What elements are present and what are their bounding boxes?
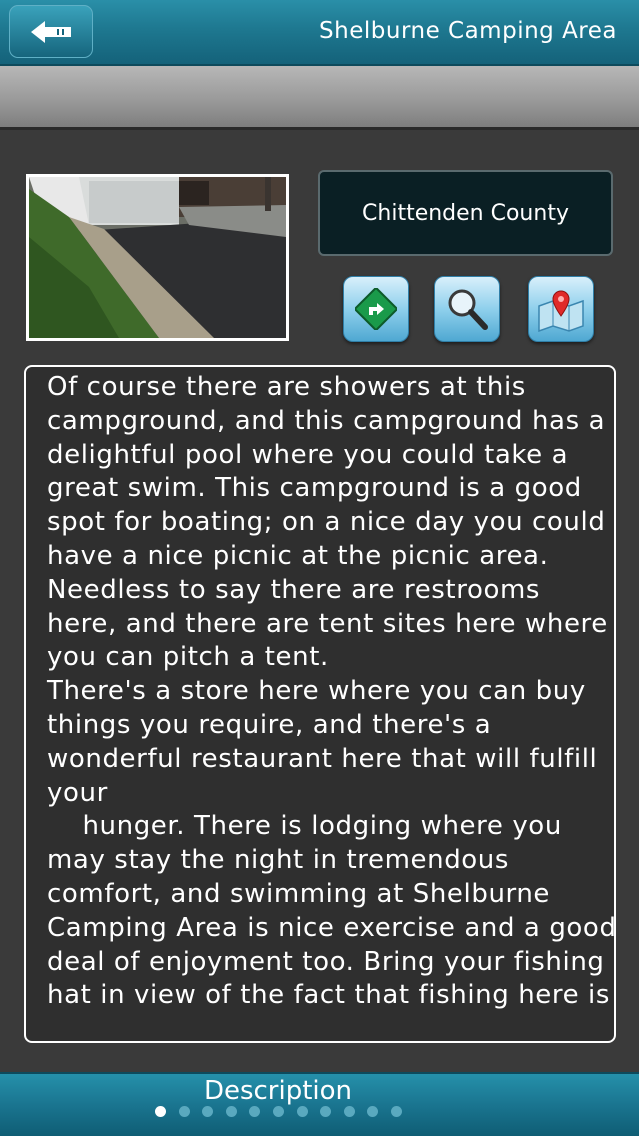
section-title: Description bbox=[203, 1076, 353, 1106]
campground-photo[interactable] bbox=[26, 174, 289, 341]
directions-sign-icon bbox=[355, 288, 397, 330]
description-line: things you require, and there's a bbox=[47, 709, 492, 740]
description-line: spot for boating; on a nice day you coul… bbox=[47, 507, 606, 538]
description-line: hat in view of the fact that fishing her… bbox=[47, 980, 611, 1011]
page-dot[interactable] bbox=[390, 1106, 402, 1117]
description-line: delightful pool where you could take a bbox=[47, 439, 569, 470]
search-button[interactable] bbox=[434, 276, 500, 342]
page-dot[interactable] bbox=[225, 1106, 237, 1117]
description-line: wonderful restaurant here that will fulf… bbox=[47, 743, 598, 774]
page-title: Shelburne Camping Area bbox=[319, 18, 617, 44]
page-dot[interactable] bbox=[178, 1106, 190, 1117]
description-line: may stay the night in tremendous bbox=[47, 845, 510, 876]
page-dot[interactable] bbox=[202, 1106, 214, 1117]
map-button[interactable] bbox=[528, 276, 594, 342]
description-line: your bbox=[47, 777, 108, 808]
page-indicator[interactable] bbox=[155, 1106, 402, 1117]
description-line: great swim. This campground is a good bbox=[47, 473, 582, 504]
page-dot[interactable] bbox=[320, 1106, 332, 1117]
toolbar-strip bbox=[0, 66, 639, 130]
map-pin-icon bbox=[538, 290, 584, 332]
description-line: here, and there are tent sites here wher… bbox=[47, 608, 608, 639]
page-dot[interactable] bbox=[296, 1106, 308, 1117]
magnifier-icon bbox=[448, 289, 488, 330]
back-arrow-icon bbox=[31, 20, 71, 43]
page-dot[interactable] bbox=[249, 1106, 261, 1117]
page-dot[interactable] bbox=[272, 1106, 284, 1117]
back-button[interactable] bbox=[9, 5, 93, 58]
page-dot[interactable] bbox=[343, 1106, 355, 1117]
header-bar: Shelburne Camping Area bbox=[0, 0, 639, 66]
county-label: Chittenden County bbox=[318, 170, 613, 256]
description-line: campground, and this campground has a bbox=[47, 405, 606, 436]
description-line: Needless to say there are restrooms bbox=[47, 574, 541, 605]
description-line: Camping Area is nice exercise and a good bbox=[47, 912, 616, 943]
description-line: hunger. There is lodging where you bbox=[47, 811, 562, 842]
description-line: you can pitch a tent. bbox=[47, 642, 329, 673]
description-panel[interactable]: Of course there are showers at this campg… bbox=[24, 365, 616, 1043]
description-line: have a nice picnic at the picnic area. bbox=[47, 540, 549, 571]
description-text: Of course there are showers at this campg… bbox=[47, 371, 616, 1013]
footer-bar: Description bbox=[0, 1072, 639, 1136]
page-dot[interactable] bbox=[367, 1106, 379, 1117]
description-line: There's a store here where you can buy bbox=[47, 676, 586, 707]
description-line: comfort, and swimming at Shelburne bbox=[47, 878, 551, 909]
directions-button[interactable] bbox=[343, 276, 409, 342]
description-line: deal of enjoyment too. Bring your fishin… bbox=[47, 946, 605, 977]
photo-image bbox=[29, 177, 286, 338]
description-line: Of course there are showers at this bbox=[47, 372, 526, 402]
page-dot-active[interactable] bbox=[155, 1106, 166, 1117]
